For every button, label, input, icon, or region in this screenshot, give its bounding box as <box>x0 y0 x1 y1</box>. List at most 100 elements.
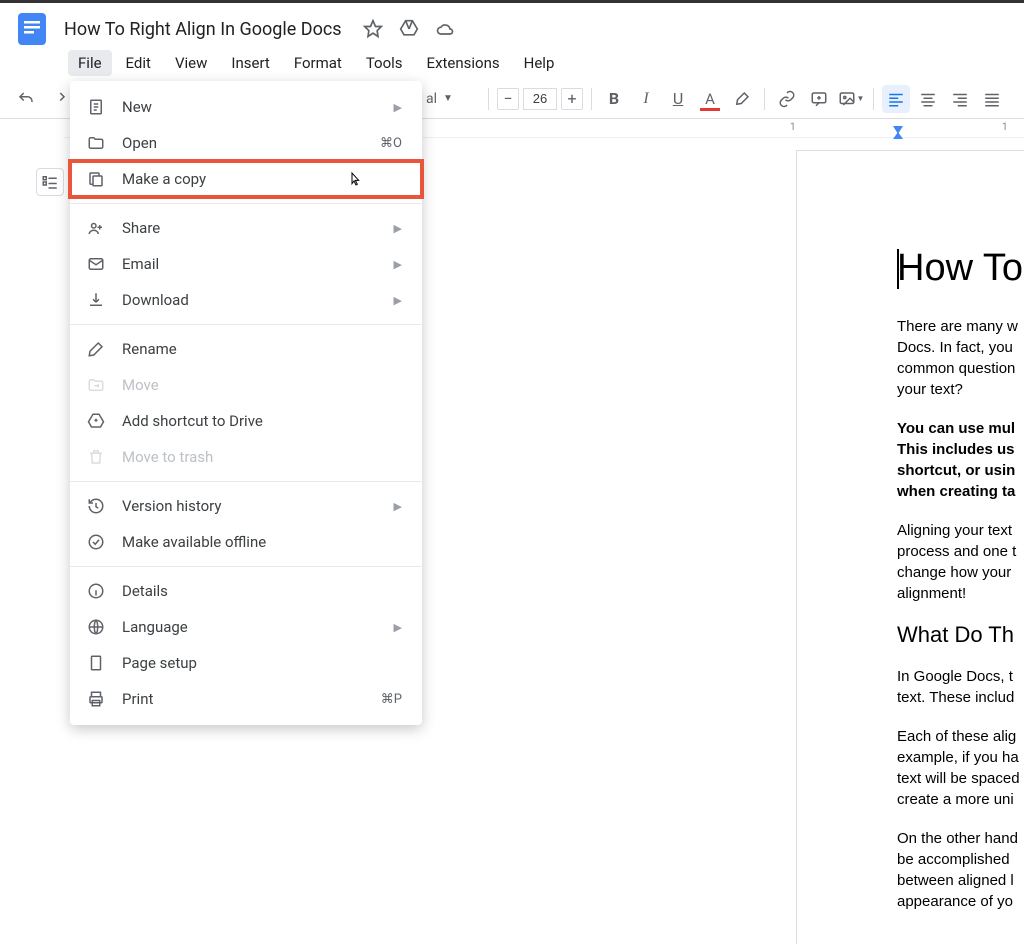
trash-icon <box>86 447 106 467</box>
menu-separator <box>70 203 422 204</box>
menu-item-label: Add shortcut to Drive <box>122 412 402 430</box>
submenu-arrow-icon: ▶ <box>394 222 402 235</box>
move-to-drive-icon[interactable] <box>398 18 420 40</box>
menu-item-move-to-trash: Move to trash <box>70 439 422 475</box>
globe-icon <box>86 617 106 637</box>
menu-item-details[interactable]: Details <box>70 573 422 609</box>
menu-item-label: Page setup <box>122 654 402 672</box>
submenu-arrow-icon: ▶ <box>394 621 402 634</box>
menu-item-label: Email <box>122 255 394 273</box>
align-right-button[interactable] <box>946 85 974 113</box>
toolbar-separator <box>873 88 874 110</box>
menu-item-download[interactable]: Download▶ <box>70 282 422 318</box>
submenu-arrow-icon: ▶ <box>394 500 402 513</box>
menu-view[interactable]: View <box>165 50 217 76</box>
menu-edit[interactable]: Edit <box>116 50 161 76</box>
text-color-button[interactable]: A <box>696 85 724 113</box>
download-icon <box>86 290 106 310</box>
menu-separator <box>70 481 422 482</box>
cloud-status-icon[interactable] <box>434 18 456 40</box>
star-icon[interactable] <box>362 18 384 40</box>
document-title[interactable]: How To Right Align In Google Docs <box>60 17 346 42</box>
submenu-arrow-icon: ▶ <box>394 258 402 271</box>
doc-paragraph: Each of these alig example, if you ha te… <box>897 726 1024 810</box>
align-justify-button[interactable] <box>978 85 1006 113</box>
menu-item-label: Make available offline <box>122 533 402 551</box>
doc-paragraph: There are many w Docs. In fact, you comm… <box>897 316 1024 400</box>
font-size-decrease[interactable]: − <box>497 88 519 110</box>
doc-paragraph: In Google Docs, t text. These includ <box>897 666 1024 708</box>
italic-button[interactable]: I <box>632 85 660 113</box>
docs-logo-icon[interactable] <box>12 9 52 49</box>
print-icon <box>86 689 106 709</box>
menu-item-open[interactable]: Open⌘O <box>70 125 422 161</box>
menu-item-label: Open <box>122 134 380 152</box>
rename-icon <box>86 339 106 359</box>
toolbar-separator <box>591 88 592 110</box>
doc-heading: How To <box>897 247 1024 290</box>
menu-item-share[interactable]: Share▶ <box>70 210 422 246</box>
info-icon <box>86 581 106 601</box>
bold-button[interactable]: B <box>600 85 628 113</box>
document-page[interactable]: How To There are many w Docs. In fact, y… <box>796 150 1024 944</box>
underline-button[interactable]: U <box>664 85 692 113</box>
titlebar: How To Right Align In Google Docs <box>0 3 1024 47</box>
undo-button[interactable] <box>12 85 40 113</box>
drive-icon <box>86 411 106 431</box>
menu-item-label: Make a copy <box>122 170 402 188</box>
submenu-arrow-icon: ▶ <box>394 294 402 307</box>
menu-item-rename[interactable]: Rename <box>70 331 422 367</box>
menu-item-email[interactable]: Email▶ <box>70 246 422 282</box>
menu-extensions[interactable]: Extensions <box>417 50 510 76</box>
insert-comment-button[interactable] <box>805 85 833 113</box>
menu-item-make-a-copy[interactable]: Make a copy <box>70 161 422 197</box>
folder-icon <box>86 133 106 153</box>
menu-item-label: Print <box>122 690 381 708</box>
menu-item-label: Move <box>122 376 402 394</box>
menu-item-label: Details <box>122 582 402 600</box>
doc-paragraph: You can use mul This includes us shortcu… <box>897 418 1024 502</box>
menu-insert[interactable]: Insert <box>221 50 279 76</box>
chevron-down-icon: ▼ <box>443 93 453 104</box>
menu-item-page-setup[interactable]: Page setup <box>70 645 422 681</box>
font-size-input[interactable] <box>523 88 557 110</box>
doc-subheading: What Do Th <box>897 622 1024 648</box>
highlight-color-button[interactable] <box>728 85 756 113</box>
menu-item-add-shortcut-to-drive[interactable]: Add shortcut to Drive <box>70 403 422 439</box>
ruler-tick: 1 <box>790 122 796 133</box>
redo-button[interactable] <box>44 85 72 113</box>
toolbar-separator <box>764 88 765 110</box>
menu-item-new[interactable]: New▶ <box>70 89 422 125</box>
mail-icon <box>86 254 106 274</box>
insert-link-button[interactable] <box>773 85 801 113</box>
ruler-tick: 1 <box>1002 122 1008 133</box>
menu-shortcut: ⌘O <box>380 136 402 151</box>
doc-paragraph: Aligning your text process and one t cha… <box>897 520 1024 604</box>
menu-item-language[interactable]: Language▶ <box>70 609 422 645</box>
menu-file[interactable]: File <box>68 50 112 76</box>
outline-toggle-button[interactable] <box>36 168 64 196</box>
copy-icon <box>86 169 106 189</box>
menu-shortcut: ⌘P <box>381 692 402 707</box>
insert-image-button[interactable]: ▼ <box>837 85 865 113</box>
menu-help[interactable]: Help <box>514 50 565 76</box>
menu-tools[interactable]: Tools <box>356 50 413 76</box>
share-icon <box>86 218 106 238</box>
file-dropdown: New▶Open⌘OMake a copyShare▶Email▶Downloa… <box>70 81 422 725</box>
menu-item-move: Move <box>70 367 422 403</box>
font-size-increase[interactable]: + <box>561 88 583 110</box>
font-family-select[interactable]: al ▼ <box>420 91 480 107</box>
toolbar-separator <box>488 88 489 110</box>
offline-icon <box>86 532 106 552</box>
menu-item-version-history[interactable]: Version history▶ <box>70 488 422 524</box>
menu-item-make-available-offline[interactable]: Make available offline <box>70 524 422 560</box>
align-center-button[interactable] <box>914 85 942 113</box>
align-left-button[interactable] <box>882 85 910 113</box>
menu-item-label: Download <box>122 291 394 309</box>
menu-format[interactable]: Format <box>284 50 352 76</box>
menu-item-print[interactable]: Print⌘P <box>70 681 422 717</box>
menu-item-label: Version history <box>122 497 394 515</box>
doc-paragraph: On the other hand be accomplished betwee… <box>897 828 1024 912</box>
left-gutter: 1 2 3 4 5 6 <box>0 122 64 944</box>
menu-item-label: Share <box>122 219 394 237</box>
